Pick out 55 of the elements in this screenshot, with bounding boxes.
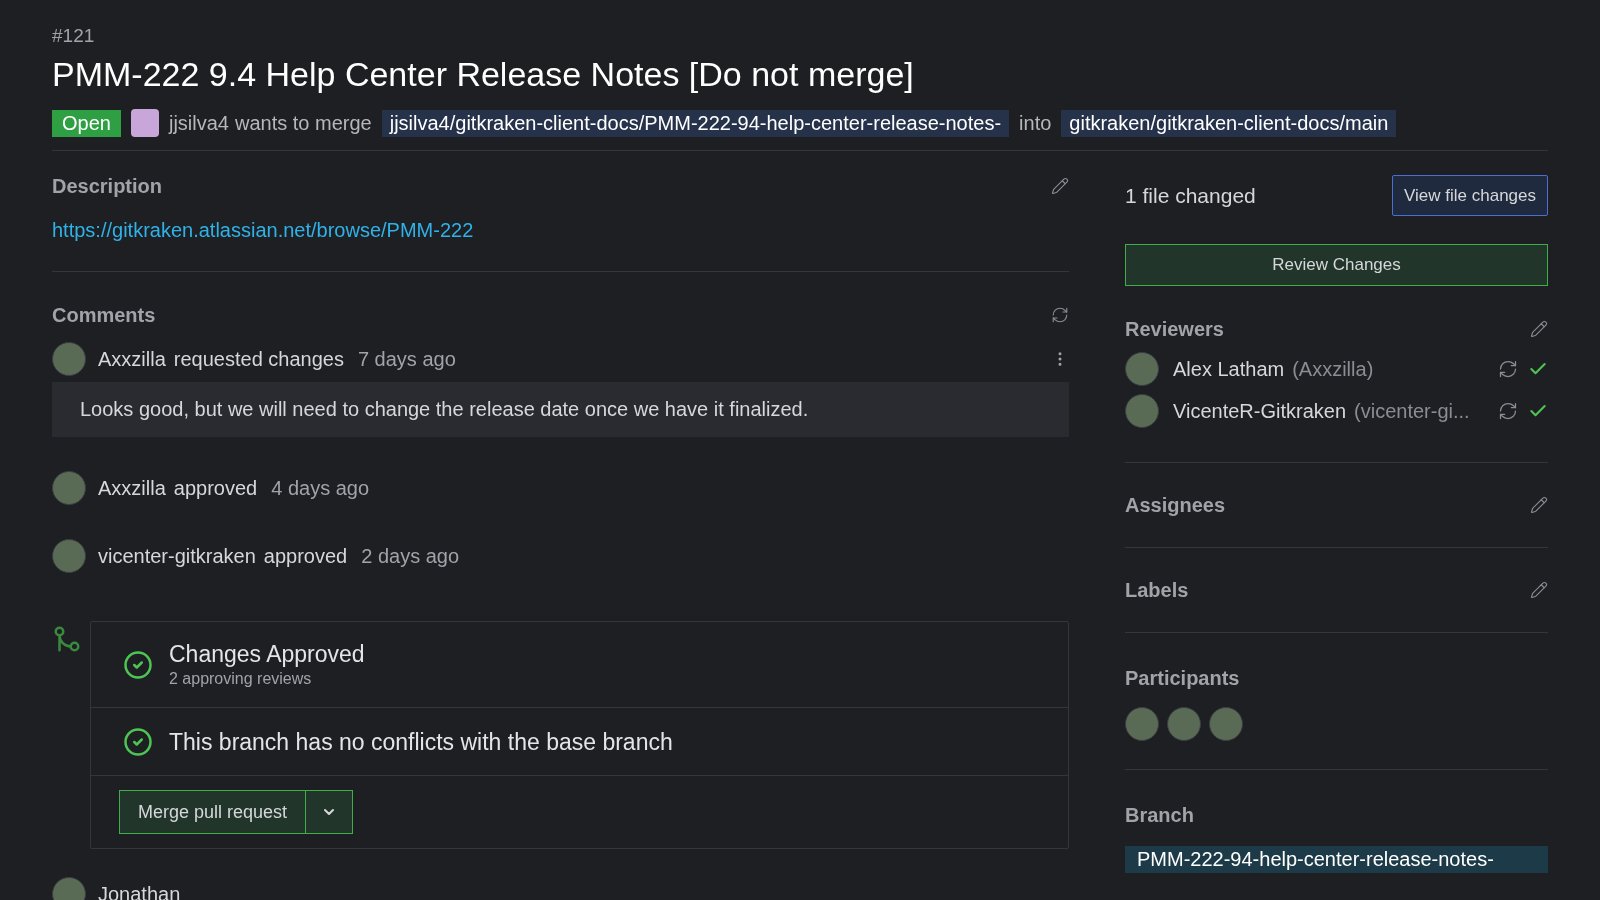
avatar [1125,352,1159,386]
edit-icon[interactable] [1051,177,1069,195]
target-branch: gitkraken/gitkraken-client-docs/main [1061,109,1397,137]
avatar [52,342,86,376]
reviewer-name: Alex Latham [1173,357,1285,382]
check-title: Changes Approved [169,639,365,668]
section-heading: Labels [1125,578,1189,603]
comment-action: approved [173,476,258,501]
description-link[interactable]: https://gitkraken.atlassian.net/browse/PMM-222 [52,215,474,245]
section-heading: Assignees [1125,493,1226,518]
refresh-icon[interactable] [1498,359,1518,379]
comment-time: 2 days ago [361,544,460,569]
comment-author: vicenter-gitkraken [98,544,256,569]
pr-number: #121 [52,24,96,48]
avatar [52,539,86,573]
avatar [130,109,159,137]
status-badge: Open [52,109,121,137]
author-name: jjsilva4 [168,111,229,136]
check-circle-icon [123,649,153,680]
view-file-changes-button[interactable]: View file changes [1392,175,1548,216]
comment-action: approved [263,544,348,569]
avatar [52,471,86,505]
check-title: This branch has no conflicts with the base branch [169,727,673,756]
avatar [1125,707,1159,741]
branch-name: PMM-222-94-help-center-release-notes- [1125,846,1548,873]
avatar [1167,707,1201,741]
source-branch: jjsilva4/gitkraken-client-docs/PMM-222-94-help-center-release-notes- [381,109,1010,137]
reviewer-handle: (vicenter-gi... [1354,399,1470,424]
files-changed-count: 1 file changed [1125,182,1256,209]
into-text: into [1019,111,1052,136]
check-circle-icon [123,726,153,757]
avatar [1125,394,1159,428]
refresh-icon[interactable] [1051,306,1069,324]
avatar [1209,707,1243,741]
reviewer-name: VicenteR-Gitkraken [1173,399,1347,424]
comment-author: Axxzilla [98,476,166,501]
comment-body: Looks good, but we will need to change the release date once we have it finalized. [52,382,1069,437]
comment-time: 4 days ago [271,476,370,501]
merge-action-text: wants to merge [234,111,372,136]
check-subtitle: 2 approving reviews [169,668,313,689]
comment-action: requested changes [173,347,344,372]
refresh-icon[interactable] [1498,401,1518,421]
comment-author: Axxzilla [98,347,166,372]
section-heading: Participants [1125,666,1241,691]
comment-time: 7 days ago [357,347,456,372]
edit-icon[interactable] [1530,496,1548,514]
section-heading: Branch [1125,803,1195,828]
reviewer-handle: (Axxzilla) [1292,357,1374,382]
review-changes-button[interactable]: Review Changes [1125,244,1548,286]
edit-icon[interactable] [1530,320,1548,338]
section-heading: Reviewers [1125,317,1224,342]
section-heading: Comments [52,303,156,328]
pr-title: PMM-222 9.4 Help Center Release Notes [Do not merge] [52,54,915,95]
section-heading: Description [52,174,163,199]
edit-icon[interactable] [1530,581,1548,599]
